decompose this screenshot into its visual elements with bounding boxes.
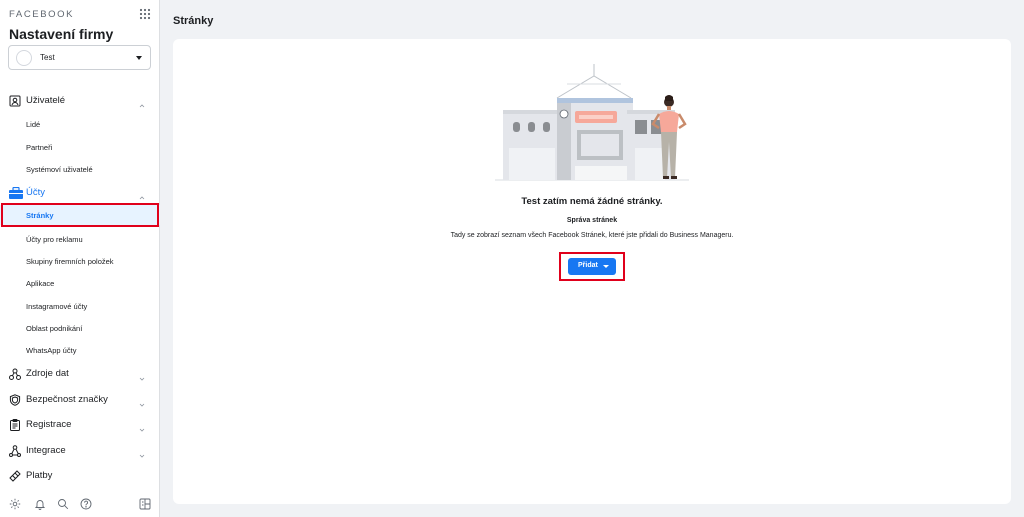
sidebar-item-label: Partneři xyxy=(26,143,53,152)
sidebar-item-label: Účty pro reklamu xyxy=(26,235,83,244)
sidebar-item-label: Instagramové účty xyxy=(26,302,88,311)
sidebar-section-payments[interactable]: Platby xyxy=(0,466,160,486)
users-icon xyxy=(9,94,21,107)
sidebar-section-label: Platby xyxy=(26,470,53,481)
sidebar-item-whatsapp-accounts[interactable]: WhatsApp účty xyxy=(0,340,160,360)
sidebar-item-ad-accounts[interactable]: Účty pro reklamu xyxy=(0,229,160,249)
settings-icon[interactable] xyxy=(9,497,21,510)
sidebar-item-label: Oblast podnikání xyxy=(26,324,83,333)
sidebar-section-data-sources[interactable]: Zdroje dat xyxy=(0,364,160,384)
data-sources-icon xyxy=(9,367,21,380)
sidebar-item-label: Aplikace xyxy=(26,279,55,288)
business-selector[interactable]: Test xyxy=(8,45,151,70)
caret-down-icon xyxy=(136,56,142,60)
shield-icon xyxy=(9,393,21,406)
business-name: Test xyxy=(40,53,55,62)
clipboard-icon xyxy=(9,418,21,431)
apps-grid-icon[interactable] xyxy=(139,7,151,20)
storefront-illustration xyxy=(495,56,689,182)
empty-state-subtitle: Správa stránek xyxy=(566,217,618,224)
sidebar-section-accounts[interactable]: Účty xyxy=(0,183,160,203)
bell-icon[interactable] xyxy=(34,497,46,510)
sidebar-section-registrations[interactable]: Registrace xyxy=(0,415,160,435)
sidebar-section-users[interactable]: Uživatelé xyxy=(0,91,160,111)
sidebar-section-label: Uživatelé xyxy=(26,95,66,106)
business-settings-title: Nastavení firmy xyxy=(9,26,114,42)
help-icon[interactable] xyxy=(80,497,92,510)
highlight-annotation xyxy=(1,203,159,227)
sidebar-section-label: Bezpečnost značky xyxy=(26,394,108,405)
sidebar-item-apps[interactable]: Aplikace xyxy=(0,273,160,293)
highlight-annotation xyxy=(559,252,625,281)
sidebar-item-label: WhatsApp účty xyxy=(26,346,77,355)
integrations-icon xyxy=(9,444,21,457)
sidebar-item-label: Systémoví uživatelé xyxy=(26,165,93,174)
empty-state-description: Tady se zobrazí seznam všech Facebook St… xyxy=(450,232,734,239)
payments-icon xyxy=(9,469,21,482)
sidebar-item-system-users[interactable]: Systémoví uživatelé xyxy=(0,159,160,179)
panel-icon[interactable] xyxy=(139,497,151,510)
sidebar-item-partneri[interactable]: Partneři xyxy=(0,137,160,157)
sidebar: FACEBOOK Nastavení firmy Test Uživatelé … xyxy=(0,0,160,517)
sidebar-section-label: Zdroje dat xyxy=(26,368,69,379)
briefcase-icon xyxy=(9,186,23,199)
sidebar-item-label: Skupiny firemních položek xyxy=(26,257,114,266)
sidebar-section-label: Účty xyxy=(26,187,45,198)
sidebar-item-lide[interactable]: Lidé xyxy=(0,114,160,134)
sidebar-section-label: Integrace xyxy=(26,445,66,456)
empty-state-title: Test zatím nemá žádné stránky. xyxy=(521,196,663,207)
sidebar-footer xyxy=(0,495,160,513)
sidebar-section-brand-safety[interactable]: Bezpečnost značky xyxy=(0,390,160,410)
sidebar-item-label: Lidé xyxy=(26,120,41,129)
content-card: Test zatím nemá žádné stránky. Správa st… xyxy=(173,39,1011,504)
brand-logo: FACEBOOK xyxy=(9,9,75,20)
chevron-down-icon xyxy=(138,421,146,432)
chevron-up-icon xyxy=(138,189,146,200)
page-title: Stránky xyxy=(173,15,214,27)
chevron-up-icon xyxy=(138,97,146,108)
chevron-down-icon xyxy=(138,396,146,407)
search-icon[interactable] xyxy=(57,497,69,510)
chevron-down-icon xyxy=(138,370,146,381)
sidebar-item-instagram-accounts[interactable]: Instagramové účty xyxy=(0,296,160,316)
chevron-down-icon xyxy=(138,447,146,458)
sidebar-item-line-of-business[interactable]: Oblast podnikání xyxy=(0,318,160,338)
sidebar-section-label: Registrace xyxy=(26,419,72,430)
sidebar-section-integrations[interactable]: Integrace xyxy=(0,441,160,461)
business-avatar xyxy=(16,50,32,66)
sidebar-item-business-asset-groups[interactable]: Skupiny firemních položek xyxy=(0,251,160,271)
